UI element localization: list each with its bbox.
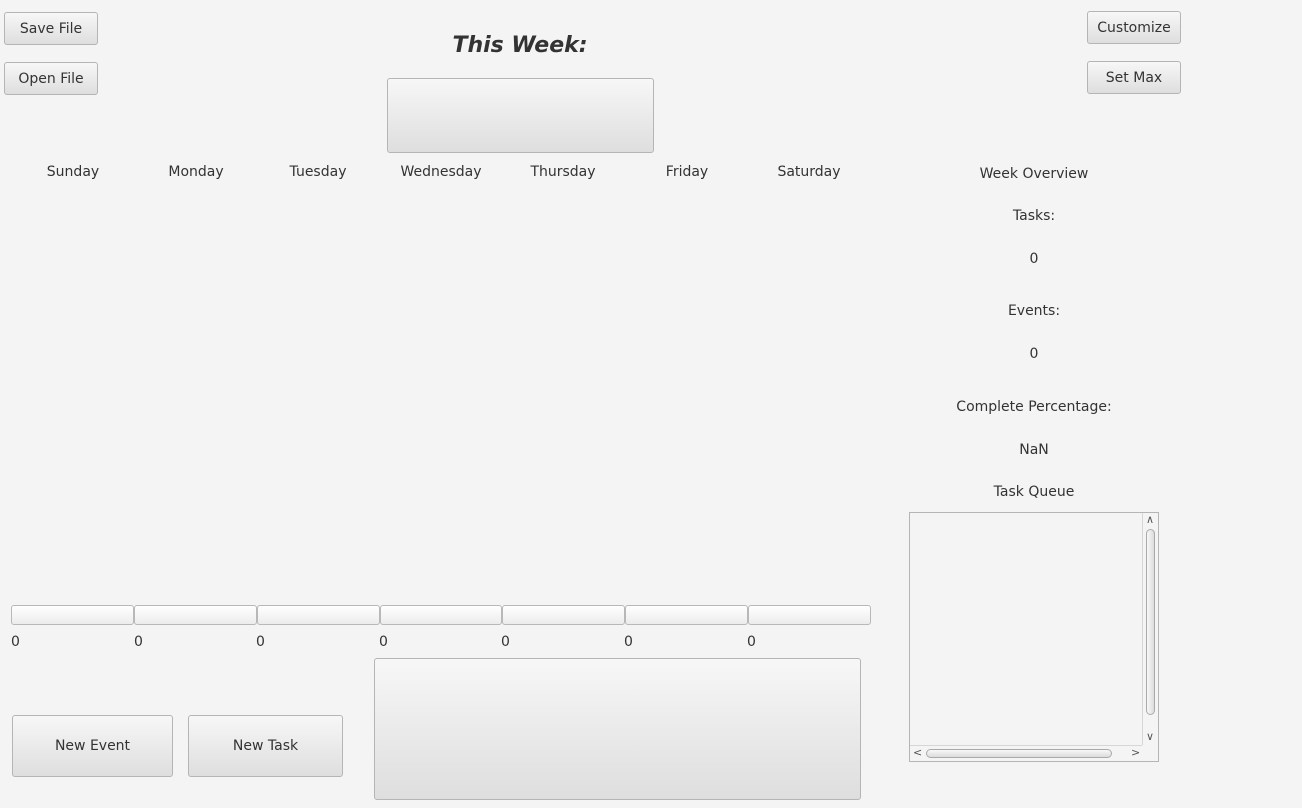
complete-percentage-label: Complete Percentage: xyxy=(956,399,1112,415)
week-selector-button[interactable] xyxy=(387,78,654,153)
tuesday-progress-bar xyxy=(257,605,380,625)
friday-count: 0 xyxy=(624,634,633,650)
day-header-sunday: Sunday xyxy=(46,164,100,180)
events-value: 0 xyxy=(1029,346,1039,362)
thursday-progress-bar xyxy=(502,605,625,625)
sunday-progress-bar xyxy=(11,605,134,625)
scroll-up-icon[interactable]: ∧ xyxy=(1146,514,1154,526)
day-header-monday: Monday xyxy=(168,164,224,180)
day-header-thursday: Thursday xyxy=(530,164,596,180)
day-columns-area xyxy=(11,190,871,600)
horizontal-scroll-thumb[interactable] xyxy=(926,749,1112,758)
set-max-button[interactable]: Set Max xyxy=(1087,61,1181,94)
day-header-saturday: Saturday xyxy=(777,164,841,180)
tuesday-count: 0 xyxy=(256,634,265,650)
saturday-count: 0 xyxy=(747,634,756,650)
friday-progress-bar xyxy=(625,605,748,625)
customize-button[interactable]: Customize xyxy=(1087,11,1181,44)
tasks-label: Tasks: xyxy=(1012,208,1056,224)
page-title: This Week: xyxy=(452,33,588,58)
wednesday-progress-bar xyxy=(380,605,502,625)
sunday-count: 0 xyxy=(11,634,20,650)
vertical-scroll-thumb[interactable] xyxy=(1146,529,1155,715)
detail-button[interactable] xyxy=(374,658,861,800)
task-queue-vertical-scrollbar[interactable]: ∧ ∨ xyxy=(1142,513,1158,745)
week-overview-heading: Week Overview xyxy=(979,166,1089,182)
wednesday-count: 0 xyxy=(379,634,388,650)
task-queue-list[interactable]: ∧ ∨ < > xyxy=(909,512,1159,762)
scroll-left-icon[interactable]: < xyxy=(913,747,922,759)
tasks-value: 0 xyxy=(1029,251,1039,267)
new-event-button[interactable]: New Event xyxy=(12,715,173,777)
open-file-button[interactable]: Open File xyxy=(4,62,98,95)
day-header-tuesday: Tuesday xyxy=(289,164,347,180)
scroll-down-icon[interactable]: ∨ xyxy=(1146,731,1154,743)
day-header-wednesday: Wednesday xyxy=(400,164,482,180)
save-file-button[interactable]: Save File xyxy=(4,12,98,45)
app-window: Save File Open File Customize Set Max Th… xyxy=(0,0,1302,808)
day-header-friday: Friday xyxy=(665,164,709,180)
task-queue-horizontal-scrollbar[interactable]: < > xyxy=(910,745,1142,761)
task-queue-label: Task Queue xyxy=(993,484,1075,500)
new-task-button[interactable]: New Task xyxy=(188,715,343,777)
thursday-count: 0 xyxy=(501,634,510,650)
complete-percentage-value: NaN xyxy=(1019,442,1049,458)
events-label: Events: xyxy=(1007,303,1061,319)
saturday-progress-bar xyxy=(748,605,871,625)
monday-count: 0 xyxy=(134,634,143,650)
monday-progress-bar xyxy=(134,605,257,625)
scroll-corner xyxy=(1142,745,1158,761)
scroll-right-icon[interactable]: > xyxy=(1131,747,1140,759)
